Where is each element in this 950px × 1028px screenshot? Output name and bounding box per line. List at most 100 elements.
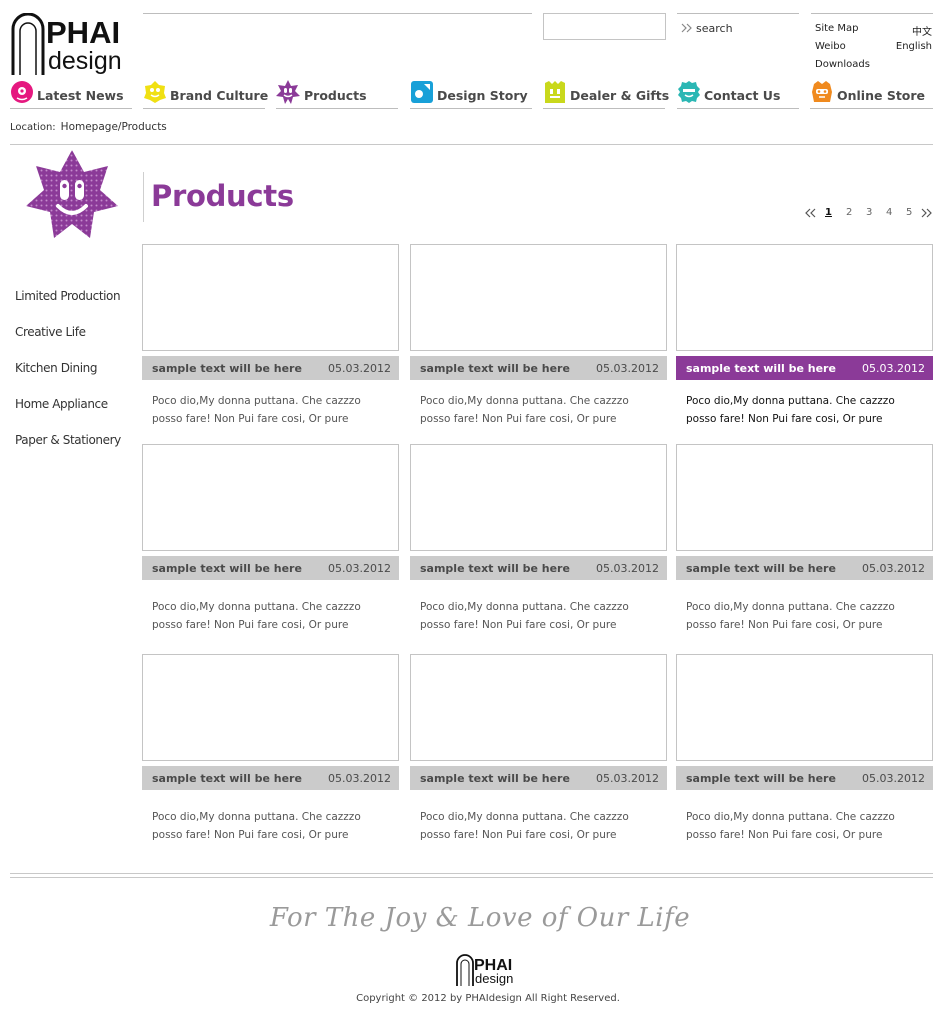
product-image[interactable] [676,444,933,551]
page-link-2[interactable]: 2 [846,207,852,218]
search-button-label: search [696,22,733,35]
product-date: 05.03.2012 [596,362,659,375]
search-input[interactable] [543,13,666,40]
product-image[interactable] [410,244,667,351]
weibo-link[interactable]: Weibo [815,41,846,52]
product-description: Poco dio,My donna puttana. Che cazzzo po… [686,811,895,841]
sidebar-item-creative-life[interactable]: Creative Life [15,325,86,339]
product-date: 05.03.2012 [596,562,659,575]
double-chevron-right-icon[interactable] [921,208,932,218]
product-card: sample text will be here 05.03.2012 Poco… [142,444,399,634]
products-category-star-icon [26,150,118,238]
logo-text-bottom: design [48,47,122,75]
contact-us-icon [678,81,700,103]
product-card: sample text will be here 05.03.2012 Poco… [410,654,667,844]
nav-brand-culture[interactable]: Brand Culture [143,79,269,109]
product-caption-bar[interactable]: sample text will be here 05.03.2012 [410,766,667,790]
nav-contact-us[interactable]: Contact Us [677,79,799,109]
product-caption-bar[interactable]: sample text will be here 05.03.2012 [676,556,933,580]
product-description: Poco dio,My donna puttana. Che cazzzo po… [420,811,629,841]
product-image[interactable] [142,244,399,351]
breadcrumb-label: Location: [10,122,56,133]
product-card: sample text will be here 05.03.2012 Poco… [676,654,933,844]
product-description: Poco dio,My donna puttana. Che cazzzo po… [420,601,629,631]
footer-logo[interactable]: PHAI design [455,954,519,987]
product-image[interactable] [676,654,933,761]
nav-products[interactable]: Products [276,79,398,109]
sidebar-item-home-appliance[interactable]: Home Appliance [15,397,108,411]
product-card-active: sample text will be here 05.03.2012 Poco… [676,244,933,434]
product-card: sample text will be here 05.03.2012 Poco… [410,444,667,634]
sidebar-item-paper-stationery[interactable]: Paper & Stationery [15,433,121,447]
nav-latest-news[interactable]: Latest News [10,79,132,109]
product-description: Poco dio,My donna puttana. Che cazzzo po… [420,395,629,425]
product-image[interactable] [410,444,667,551]
phai-design-logo[interactable]: PHAI design [10,13,134,77]
english-language-link[interactable]: English [896,41,932,52]
product-card: sample text will be here 05.03.2012 Poco… [142,654,399,844]
page-link-1[interactable]: 1 [825,207,832,218]
content-divider [10,144,933,145]
product-title: sample text will be here [686,772,836,785]
footer-divider [10,873,933,874]
sidebar-item-limited-production[interactable]: Limited Production [15,289,121,303]
logo-text-top: PHAI [46,15,120,50]
utility-links: Site Map 中文 Weibo English Downloads [811,13,933,75]
nav-label: Products [304,88,367,103]
nav-label: Brand Culture [170,88,269,103]
product-card: sample text will be here 05.03.2012 Poco… [142,244,399,434]
product-card: sample text will be here 05.03.2012 Poco… [676,444,933,634]
product-title: sample text will be here [152,562,302,575]
nav-label: Latest News [37,88,124,103]
product-date: 05.03.2012 [862,772,925,785]
product-image[interactable] [142,444,399,551]
search-button[interactable]: search [677,13,799,43]
nav-design-story[interactable]: Design Story [410,79,532,109]
product-title: sample text will be here [420,772,570,785]
product-card: sample text will be here 05.03.2012 Poco… [410,244,667,434]
product-caption-bar[interactable]: sample text will be here 05.03.2012 [142,556,399,580]
breadcrumb: Location: Homepage/Products [10,121,167,133]
nav-label: Design Story [437,88,528,103]
breadcrumb-path[interactable]: Homepage/Products [61,121,167,133]
product-caption-bar[interactable]: sample text will be here 05.03.2012 [676,356,933,380]
product-title: sample text will be here [686,562,836,575]
product-caption-bar[interactable]: sample text will be here 05.03.2012 [142,766,399,790]
product-date: 05.03.2012 [596,772,659,785]
products-star-icon [276,80,300,104]
product-title: sample text will be here [420,362,570,375]
site-map-link[interactable]: Site Map [815,23,858,34]
sidebar-item-kitchen-dining[interactable]: Kitchen Dining [15,361,97,375]
product-caption-bar[interactable]: sample text will be here 05.03.2012 [410,356,667,380]
product-date: 05.03.2012 [328,772,391,785]
latest-news-icon [11,81,33,103]
product-date: 05.03.2012 [328,362,391,375]
product-title: sample text will be here [686,362,836,375]
product-title: sample text will be here [152,362,302,375]
nav-label: Dealer & Gifts [570,88,670,103]
double-chevron-left-icon[interactable] [805,208,816,218]
product-date: 05.03.2012 [328,562,391,575]
page-link-5[interactable]: 5 [906,207,912,218]
design-story-icon [411,81,433,103]
copyright-text: Copyright © 2012 by PHAIdesign All Right… [356,993,620,1004]
footer-slogan: For The Joy & Love of Our Life [269,903,691,933]
nav-online-store[interactable]: Online Store [810,79,933,109]
page-link-4[interactable]: 4 [886,207,892,218]
product-description: Poco dio,My donna puttana. Che cazzzo po… [152,811,361,841]
dealer-gifts-icon [545,81,565,103]
product-caption-bar[interactable]: sample text will be here 05.03.2012 [676,766,933,790]
nav-dealer-gifts[interactable]: Dealer & Gifts [543,79,669,109]
product-image[interactable] [410,654,667,761]
downloads-link[interactable]: Downloads [815,59,870,70]
product-title: sample text will be here [152,772,302,785]
nav-label: Online Store [837,88,926,103]
product-caption-bar[interactable]: sample text will be here 05.03.2012 [410,556,667,580]
footer-logo-bottom: design [475,971,513,986]
product-image[interactable] [676,244,933,351]
product-caption-bar[interactable]: sample text will be here 05.03.2012 [142,356,399,380]
header-divider [143,13,532,14]
product-image[interactable] [142,654,399,761]
page-link-3[interactable]: 3 [866,207,872,218]
chinese-language-link[interactable]: 中文 [912,23,932,38]
